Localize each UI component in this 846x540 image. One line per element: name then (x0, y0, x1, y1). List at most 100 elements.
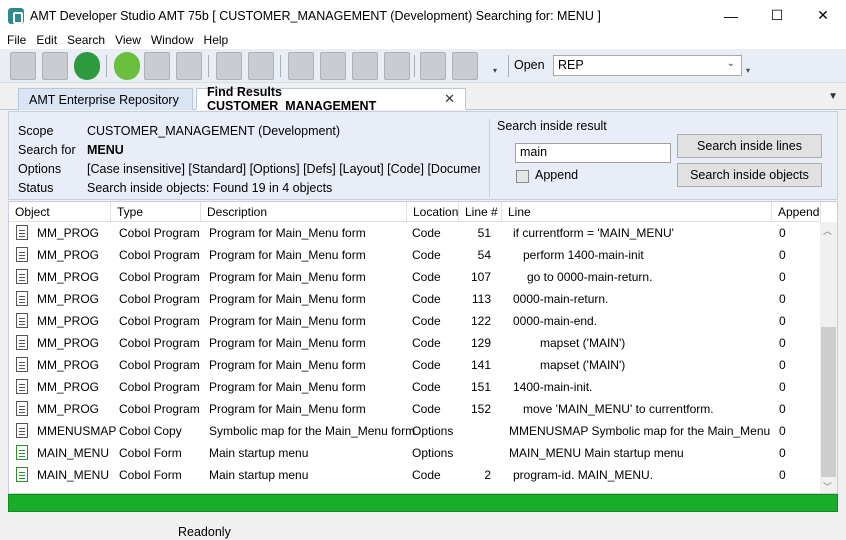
cell-line-no: 51 (477, 226, 491, 240)
toolbar-overflow-icon[interactable]: ▾ (746, 66, 750, 75)
column-header-append[interactable]: Append (772, 202, 821, 222)
table-row[interactable]: MM_PROG Cobol Program Program for Main_Men… (9, 354, 821, 376)
search-inside-lines-button[interactable]: Search inside lines (677, 134, 822, 158)
cell-description: Program for Main_Menu form (209, 248, 366, 262)
toolbar-separator (508, 55, 509, 77)
tab-find-results[interactable]: Find Results CUSTOMER_MANAGEMENT ✕ (196, 85, 466, 113)
toolbar-separator (280, 55, 281, 77)
cell-type: Cobol Form (119, 446, 182, 460)
table-row[interactable]: MM_PROG Cobol Program Program for Main_Men… (9, 222, 821, 244)
cell-type: Cobol Program (119, 292, 200, 306)
save-all-icon[interactable] (42, 52, 68, 80)
scope-value: CUSTOMER_MANAGEMENT (Development) (87, 124, 341, 138)
maximize-button[interactable]: ☐ (754, 0, 800, 31)
tag-icon[interactable] (216, 52, 242, 80)
scroll-up-icon[interactable]: ︿ (823, 224, 832, 237)
screen-icon[interactable] (384, 52, 410, 80)
table-row[interactable]: MM_PROG Cobol Program Program for Main_Men… (9, 244, 821, 266)
open-select[interactable]: REP ⌄ (553, 55, 742, 76)
column-header-line-no[interactable]: Line # (459, 202, 502, 222)
status-row: Status Search inside objects: Found 19 i… (18, 181, 332, 195)
menu-window[interactable]: Window (146, 33, 199, 47)
table-row[interactable]: MM_PROG Cobol Program Program for Main_Men… (9, 310, 821, 332)
cell-line: perform 1400-main-init (523, 248, 644, 262)
cell-append: 0 (779, 292, 786, 306)
chevron-down-icon: ⌄ (726, 58, 735, 69)
column-header-object[interactable]: Object (9, 202, 111, 222)
cell-line: 1400-main-init. (513, 380, 593, 394)
table-row[interactable]: MM_PROG Cobol Program Program for Main_Men… (9, 266, 821, 288)
open-select-value: REP (558, 58, 584, 72)
settings-folder-icon[interactable] (248, 52, 274, 80)
document-icon (16, 335, 28, 350)
toolbar-overflow-icon[interactable]: ▾ (493, 66, 497, 75)
column-header-description[interactable]: Description (201, 202, 407, 222)
table-row[interactable]: MMENUSMAP Cobol Copy Symbolic map for the … (9, 420, 821, 442)
cell-object: MM_PROG (37, 270, 100, 284)
cell-append: 0 (779, 424, 786, 438)
scrollbar-thumb[interactable] (821, 327, 836, 477)
table-row[interactable]: MAIN_MENU Cobol Form Main startup menu Opti… (9, 442, 821, 464)
search-inside-group: Search inside result main Append Search … (489, 119, 833, 197)
tab-label: Find Results CUSTOMER_MANAGEMENT (207, 85, 377, 113)
table-row[interactable]: MM_PROG Cobol Program Program for Main_Men… (9, 288, 821, 310)
menu-file[interactable]: File (2, 33, 31, 47)
save-icon[interactable] (10, 52, 36, 80)
refresh-icon[interactable] (74, 52, 100, 80)
table-row[interactable]: MM_PROG Cobol Program Program for Main_Men… (9, 398, 821, 420)
close-button[interactable]: ✕ (800, 0, 846, 31)
export-icon[interactable] (452, 52, 478, 80)
copy-icon[interactable] (288, 52, 314, 80)
append-label: Append (535, 168, 579, 182)
vertical-scrollbar[interactable]: ︿ ﹀ (820, 222, 837, 493)
cell-object: MM_PROG (37, 358, 100, 372)
search-inside-input[interactable]: main (515, 143, 671, 163)
close-icon[interactable]: ✕ (444, 91, 455, 107)
toolbar-separator (414, 55, 415, 77)
table-row[interactable]: MAIN_MENU Cobol Form Main startup menu Code… (9, 464, 821, 486)
cell-type: Cobol Program (119, 270, 200, 284)
table-row[interactable]: MM_PROG Cobol Program Program for Main_Men… (9, 332, 821, 354)
help-icon[interactable] (114, 52, 140, 80)
cell-description: Program for Main_Menu form (209, 380, 366, 394)
print-icon[interactable] (176, 52, 202, 80)
table-row[interactable]: MM_PROG Cobol Program Program for Main_Men… (9, 376, 821, 398)
search-info-panel: Scope CUSTOMER_MANAGEMENT (Development) … (8, 111, 838, 200)
minimize-button[interactable]: — (708, 0, 754, 31)
form-icon (16, 467, 28, 482)
column-header-location[interactable]: Location (407, 202, 459, 222)
cell-append: 0 (779, 248, 786, 262)
column-header-type[interactable]: Type (111, 202, 201, 222)
cell-location: Options (412, 424, 454, 438)
cell-line-no: 2 (484, 468, 491, 482)
document-icon (16, 291, 28, 306)
progress-bar (8, 494, 838, 512)
cell-object: MM_PROG (37, 402, 100, 416)
tab-overflow-icon[interactable]: ▼ (828, 91, 838, 102)
cell-object: MM_PROG (37, 292, 100, 306)
cell-location: Code (412, 358, 441, 372)
form-icon (16, 445, 28, 460)
tab-enterprise-repository[interactable]: AMT Enterprise Repository (18, 88, 193, 110)
run-config-icon[interactable] (420, 52, 446, 80)
column-header-line[interactable]: Line (502, 202, 772, 222)
menu-view[interactable]: View (110, 33, 146, 47)
append-checkbox[interactable] (516, 170, 529, 183)
menu-help[interactable]: Help (199, 33, 234, 47)
paste-icon[interactable] (352, 52, 378, 80)
menu-edit[interactable]: Edit (31, 33, 62, 47)
status-value: Search inside objects: Found 19 in 4 obj… (87, 181, 333, 195)
open-label: Open (514, 58, 545, 72)
search-inside-objects-button[interactable]: Search inside objects (677, 163, 822, 187)
cell-location: Code (412, 402, 441, 416)
cell-line: mapset ('MAIN') (540, 336, 626, 350)
options-row: Options [Case insensitive] [Standard] [O… (18, 162, 480, 176)
menu-search[interactable]: Search (62, 33, 110, 47)
cell-location: Code (412, 248, 441, 262)
scroll-down-icon[interactable]: ﹀ (823, 480, 832, 493)
cell-line-no: 54 (477, 248, 491, 262)
cut-icon[interactable] (320, 52, 346, 80)
scope-label: Scope (18, 124, 54, 138)
tools-icon[interactable] (144, 52, 170, 80)
cell-type: Cobol Program (119, 380, 200, 394)
